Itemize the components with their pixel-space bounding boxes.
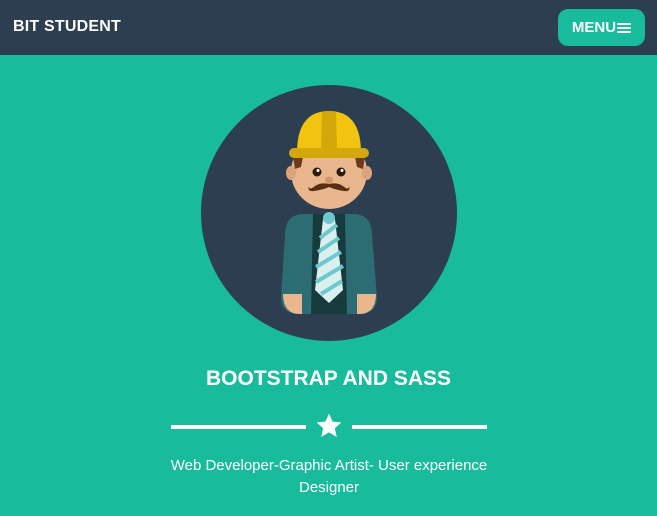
bars-icon xyxy=(617,22,632,34)
navbar: BIT STUDENT MENU xyxy=(0,0,657,55)
brand-link[interactable]: BIT STUDENT xyxy=(13,17,121,37)
star-divider xyxy=(171,412,487,440)
subtitle-text: Web Developer-Graphic Artist- User exper… xyxy=(170,457,488,496)
menu-toggle-button[interactable]: MENU xyxy=(558,9,645,46)
developer-avatar-icon xyxy=(201,85,457,341)
divider-line-left xyxy=(171,425,306,429)
divider-line-right xyxy=(352,425,487,429)
star-icon xyxy=(316,413,342,437)
menu-label: MENU xyxy=(571,18,617,36)
page-title: BOOTSTRAP AND SASS xyxy=(205,367,452,390)
